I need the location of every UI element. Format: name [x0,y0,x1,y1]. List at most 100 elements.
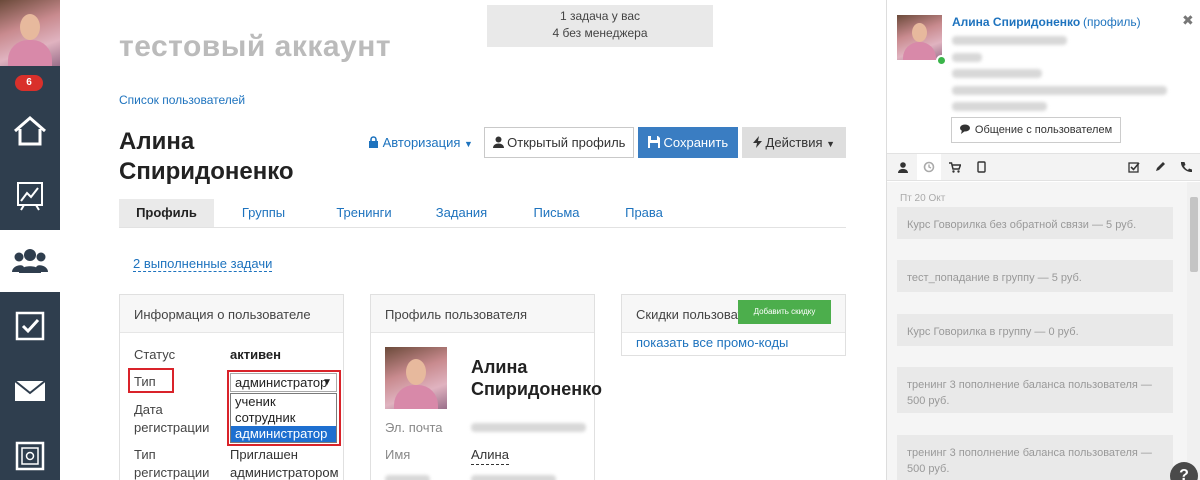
contact-user-button[interactable]: Общение с пользователем [951,117,1121,143]
authorization-label: Авторизация [382,135,461,150]
type-options-list: ученик сотрудник администратор [230,393,337,443]
side-panel-tabs [887,153,1200,181]
home-icon [14,116,46,146]
checkbox-icon[interactable] [1122,154,1146,180]
close-icon[interactable]: ✖ [1182,12,1194,29]
feed-item: Курс Говорилка без обратной связи — 5 ру… [897,207,1173,239]
blurred-info-line [952,86,1167,95]
safe-icon [15,441,45,471]
feed-scrollbar[interactable] [1187,182,1200,480]
users-icon [12,249,48,273]
phone-icon[interactable] [1174,154,1198,180]
feed-date: Пт 20 Окт [900,193,946,204]
profile-tabs: Профиль Группы Тренинги Задания Письма П… [119,199,846,228]
chart-icon [17,182,43,211]
save-label: Сохранить [663,135,729,150]
type-option-admin[interactable]: администратор [231,426,336,442]
save-button[interactable]: Сохранить [638,127,738,158]
lock-icon [369,136,378,148]
user-side-panel: Алина Спиридоненко (профиль) ✖ Общение с… [886,0,1200,480]
tab-trainings[interactable]: Тренинги [324,199,404,227]
profile-name-line1: Алина [471,357,528,377]
done-tasks-link[interactable]: 2 выполненные задачи [133,256,273,272]
sidebar-item-users[interactable] [0,230,60,292]
tasks-summary-line1: 1 задача у вас [559,9,641,23]
email-label: Эл. почта [385,420,443,435]
sidebar-item-stats[interactable] [0,165,60,227]
surname-value-blurred [471,475,556,480]
status-label: Статус [134,347,176,362]
status-value: активен [230,347,281,362]
reg-type-label-line2: регистрации [134,465,210,480]
email-value-blurred [471,423,586,432]
feed-item: тест_попадание в группу — 5 руб. [897,260,1173,292]
tab-profile[interactable]: Профиль [119,199,214,227]
sidebar-item-mail[interactable] [0,360,60,422]
user-icon [492,136,504,148]
activity-feed: Пт 20 Окт Курс Говорилка без обратной св… [887,182,1187,480]
tasks-icon [15,311,45,341]
tasks-summary-line2: 4 без менеджера [552,26,648,40]
sidebar-item-safe[interactable] [0,425,60,480]
tasks-summary[interactable]: 1 задача у вас 4 без менеджера [487,5,713,47]
caret-down-icon: ▼ [322,377,332,388]
type-select-value: администратор [235,375,328,390]
feed-item: Курс Говорилка в группу — 0 руб. [897,314,1173,346]
open-profile-label: Открытый профиль [507,135,626,150]
user-icon[interactable] [891,154,915,180]
history-icon[interactable] [917,154,941,180]
side-panel-header: Алина Спиридоненко (профиль) ✖ Общение с… [887,0,1200,150]
show-promo-codes-link[interactable]: показать все промо-коды [636,335,788,350]
tab-letters[interactable]: Письма [524,199,589,227]
sidebar-item-tasks[interactable] [0,295,60,357]
caret-down-icon: ▼ [826,139,836,149]
blurred-info-line [952,102,1047,111]
account-title: тестовый аккаунт [119,30,392,63]
pencil-icon[interactable] [1148,154,1172,180]
left-sidebar: 6 [0,0,60,480]
feed-item: тренинг 3 пополнение баланса пользовател… [897,435,1173,480]
floppy-disk-icon [647,136,660,148]
sidebar-avatar[interactable] [0,0,60,66]
user-info-title: Информация о пользователе [120,295,343,333]
reg-type-value-line2: администратором [230,465,339,480]
actions-dropdown-button[interactable]: Действия ▼ [742,127,846,158]
page-title: Алина Спиридоненко [119,128,294,185]
notification-badge[interactable]: 6 [15,75,43,91]
user-profile-title: Профиль пользователя [371,295,594,333]
profile-name: Алина Спиридоненко [471,356,602,400]
first-name-value[interactable]: Алина [471,446,509,465]
reg-type-value-line1: Приглашен [230,447,298,462]
blurred-info-line [952,53,982,62]
online-status-indicator [936,55,947,66]
side-panel-profile-link[interactable]: (профиль) [1083,15,1141,29]
caret-down-icon: ▼ [464,139,473,149]
cart-icon[interactable] [943,154,967,180]
blurred-info-line [952,36,1067,45]
app: 6 1 задача у вас 4 без менеджера тестовы… [0,0,1200,480]
breadcrumb-users-list[interactable]: Список пользователей [119,93,245,107]
reg-date-label-line2: регистрации [134,420,210,435]
side-panel-avatar [897,15,942,60]
type-select[interactable]: администратор ▼ [230,373,337,392]
surname-label-blurred [385,475,430,480]
first-name-label: Имя [385,447,411,462]
reg-type-label-line1: Тип [134,447,156,462]
tab-assignments[interactable]: Задания [429,199,494,227]
tablet-icon[interactable] [969,154,993,180]
scrollbar-thumb[interactable] [1190,197,1198,272]
blurred-info-line [952,69,1042,78]
type-option-student[interactable]: ученик [231,394,336,410]
mail-icon [14,380,46,401]
type-option-employee[interactable]: сотрудник [231,410,336,426]
side-panel-user-name[interactable]: Алина Спиридоненко [952,15,1080,29]
open-profile-button[interactable]: Открытый профиль [484,127,634,158]
sidebar-item-home[interactable] [0,100,60,162]
profile-name-line2: Спиридоненко [471,379,602,399]
tab-groups[interactable]: Группы [231,199,296,227]
authorization-dropdown[interactable]: Авторизация ▼ [368,135,473,150]
add-discount-button[interactable]: Добавить скидку [738,300,831,324]
reg-date-label-line1: Дата [134,402,163,417]
tab-rights[interactable]: Права [614,199,674,227]
type-label: Тип [134,374,156,389]
